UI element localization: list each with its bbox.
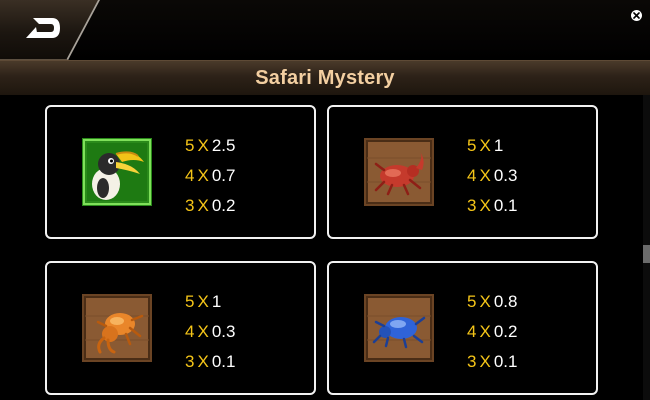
times-sign: X [479,292,491,311]
multiplier: 0.2 [211,196,236,215]
pay-row: 3 X 0.1 [467,347,517,377]
pay-row: 4 X 0.7 [185,161,235,191]
pay-row: 3 X 0.1 [467,191,517,221]
symbol-card: 5X1 4 X 0.3 3 X 0.1 [327,105,598,239]
scrollbar[interactable] [643,95,650,400]
back-arrow-icon[interactable] [24,13,64,43]
times-sign: X [479,322,491,341]
pay-row: 5X1 [467,131,517,161]
match-count: 4 [185,322,195,341]
times-sign: X [197,322,209,341]
pay-row: 5 X 2.5 [185,131,235,161]
paytable: 5 X 0.8 4 X 0.2 3 X 0.1 [467,287,517,377]
times-sign: X [197,292,209,311]
times-sign: X [197,352,209,371]
match-count: 3 [467,352,477,371]
orange-scorpion-beetle-icon [82,294,152,362]
match-count: 5 [185,292,195,311]
multiplier: 0.1 [211,352,236,371]
multiplier: 2.5 [211,136,236,155]
paytable: 5X1 4 X 0.3 3 X 0.1 [185,287,235,377]
multiplier: 0.8 [493,292,518,311]
multiplier: 0.1 [493,352,518,371]
times-sign: X [197,136,209,155]
match-count: 3 [185,352,195,371]
times-sign: X [197,196,209,215]
symbol-tile [364,138,434,206]
title-bar: Safari Mystery [0,60,650,95]
red-rhino-beetle-icon [364,138,434,206]
paytable: 5 X 2.5 4 X 0.7 3 X 0.2 [185,131,235,221]
pay-row: 3 X 0.1 [185,347,235,377]
multiplier: 0.7 [211,166,236,185]
close-icon [633,12,640,19]
match-count: 4 [467,322,477,341]
multiplier: 0.3 [211,322,236,341]
match-count: 5 [467,292,477,311]
symbol-card: 5X1 4 X 0.3 3 X 0.1 [45,261,316,395]
pay-row: 4 X 0.3 [185,317,235,347]
multiplier: 0.3 [493,166,518,185]
multiplier: 0.1 [493,196,518,215]
page-title: Safari Mystery [255,67,395,89]
match-count: 4 [185,166,195,185]
scrollbar-thumb[interactable] [643,245,650,263]
times-sign: X [479,352,491,371]
close-button[interactable] [631,10,642,21]
symbol-tile [82,294,152,362]
pay-row: 5 X 0.8 [467,287,517,317]
times-sign: X [197,166,209,185]
top-bar [0,0,650,60]
pay-row: 4 X 0.2 [467,317,517,347]
multiplier: 0.2 [493,322,518,341]
times-sign: X [479,136,491,155]
times-sign: X [479,166,491,185]
multiplier: 1 [493,136,504,155]
symbol-tile [364,294,434,362]
multiplier: 1 [211,292,222,311]
match-count: 4 [467,166,477,185]
match-count: 5 [467,136,477,155]
symbol-tile [82,138,152,206]
symbol-card: 5 X 2.5 4 X 0.7 3 X 0.2 [45,105,316,239]
match-count: 5 [185,136,195,155]
pay-row: 5X1 [185,287,235,317]
hornbill-bird-icon [82,138,152,206]
pay-row: 4 X 0.3 [467,161,517,191]
paytable: 5X1 4 X 0.3 3 X 0.1 [467,131,517,221]
symbol-card: 5 X 0.8 4 X 0.2 3 X 0.1 [327,261,598,395]
pay-row: 3 X 0.2 [185,191,235,221]
match-count: 3 [467,196,477,215]
times-sign: X [479,196,491,215]
match-count: 3 [185,196,195,215]
blue-beetle-icon [364,294,434,362]
